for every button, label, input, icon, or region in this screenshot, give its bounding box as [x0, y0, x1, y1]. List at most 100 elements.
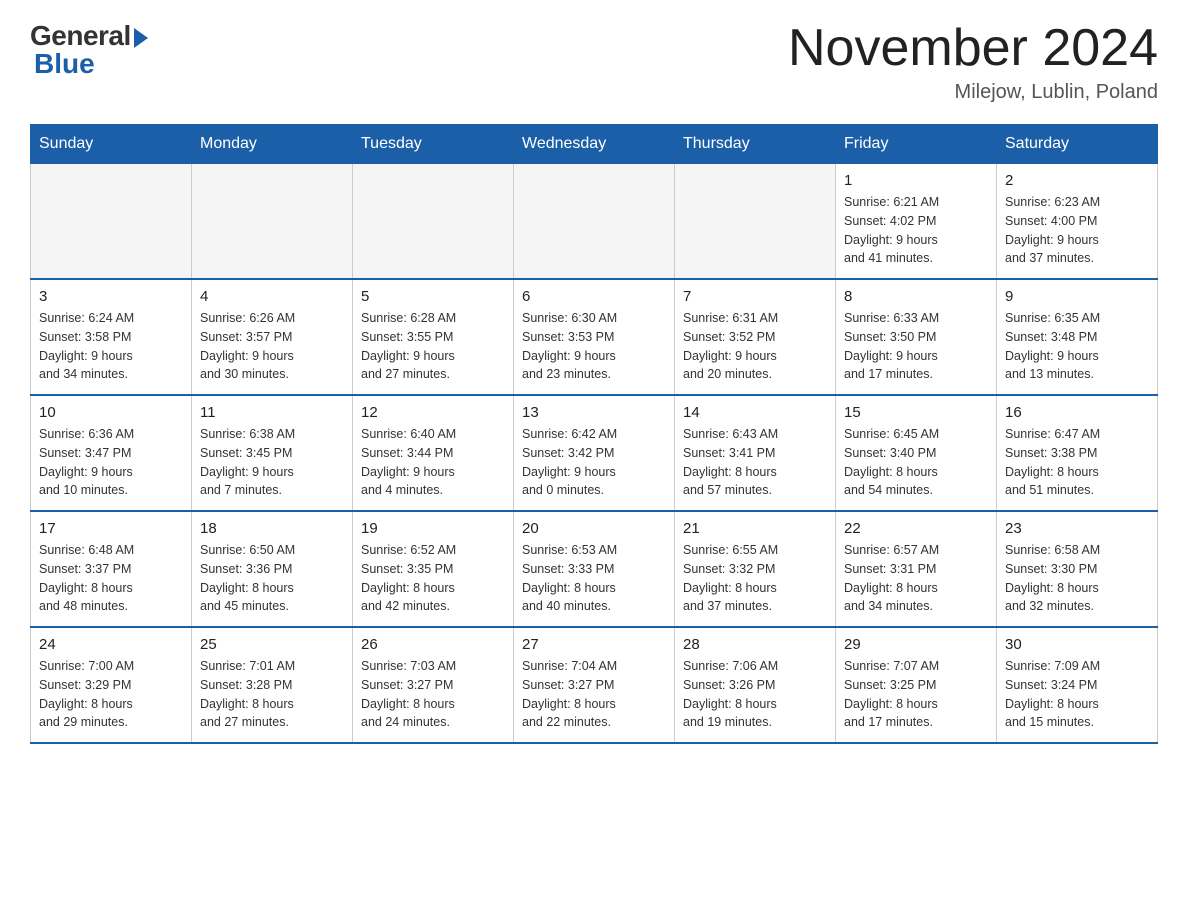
day-info: Sunrise: 6:31 AM Sunset: 3:52 PM Dayligh…	[683, 309, 827, 384]
calendar-cell: 9 Sunrise: 6:35 AM Sunset: 3:48 PM Daylig…	[997, 279, 1158, 395]
calendar-cell: 27 Sunrise: 7:04 AM Sunset: 3:27 PM Dayli…	[514, 627, 675, 743]
calendar-cell: 2 Sunrise: 6:23 AM Sunset: 4:00 PM Daylig…	[997, 164, 1158, 280]
day-number: 6	[522, 288, 666, 305]
calendar-cell: 16 Sunrise: 6:47 AM Sunset: 3:38 PM Dayli…	[997, 395, 1158, 511]
logo-blue-text: Blue	[34, 48, 95, 80]
header-wednesday: Wednesday	[514, 125, 675, 164]
day-info: Sunrise: 6:24 AM Sunset: 3:58 PM Dayligh…	[39, 309, 183, 384]
day-info: Sunrise: 6:36 AM Sunset: 3:47 PM Dayligh…	[39, 425, 183, 500]
calendar-body: 1 Sunrise: 6:21 AM Sunset: 4:02 PM Daylig…	[31, 164, 1158, 744]
calendar-cell: 4 Sunrise: 6:26 AM Sunset: 3:57 PM Daylig…	[192, 279, 353, 395]
calendar-cell: 26 Sunrise: 7:03 AM Sunset: 3:27 PM Dayli…	[353, 627, 514, 743]
calendar-cell	[31, 164, 192, 280]
calendar-header: SundayMondayTuesdayWednesdayThursdayFrid…	[31, 125, 1158, 164]
day-number: 25	[200, 636, 344, 653]
day-info: Sunrise: 7:03 AM Sunset: 3:27 PM Dayligh…	[361, 657, 505, 732]
calendar-cell: 25Sunrise: 7:01 AM Sunset: 3:28 PM Dayli…	[192, 627, 353, 743]
calendar-cell: 23 Sunrise: 6:58 AM Sunset: 3:30 PM Dayli…	[997, 511, 1158, 627]
logo: General Blue	[30, 20, 148, 80]
week-row-3: 10 Sunrise: 6:36 AM Sunset: 3:47 PM Dayli…	[31, 395, 1158, 511]
calendar-cell	[353, 164, 514, 280]
day-info: Sunrise: 6:47 AM Sunset: 3:38 PM Dayligh…	[1005, 425, 1149, 500]
day-info: Sunrise: 6:50 AM Sunset: 3:36 PM Dayligh…	[200, 541, 344, 616]
calendar-cell	[675, 164, 836, 280]
day-info: Sunrise: 6:52 AM Sunset: 3:35 PM Dayligh…	[361, 541, 505, 616]
day-info: Sunrise: 7:06 AM Sunset: 3:26 PM Dayligh…	[683, 657, 827, 732]
day-number: 28	[683, 636, 827, 653]
day-number: 8	[844, 288, 988, 305]
page-header: General Blue November 2024 Milejow, Lubl…	[30, 20, 1158, 104]
calendar-cell: 15Sunrise: 6:45 AM Sunset: 3:40 PM Dayli…	[836, 395, 997, 511]
calendar-cell: 18 Sunrise: 6:50 AM Sunset: 3:36 PM Dayli…	[192, 511, 353, 627]
header-friday: Friday	[836, 125, 997, 164]
calendar-cell	[514, 164, 675, 280]
calendar-table: SundayMondayTuesdayWednesdayThursdayFrid…	[30, 124, 1158, 744]
logo-arrow-icon	[134, 28, 148, 48]
day-info: Sunrise: 6:35 AM Sunset: 3:48 PM Dayligh…	[1005, 309, 1149, 384]
calendar-cell: 17 Sunrise: 6:48 AM Sunset: 3:37 PM Dayli…	[31, 511, 192, 627]
day-number: 17	[39, 520, 183, 537]
day-info: Sunrise: 6:23 AM Sunset: 4:00 PM Dayligh…	[1005, 193, 1149, 268]
day-info: Sunrise: 6:57 AM Sunset: 3:31 PM Dayligh…	[844, 541, 988, 616]
day-info: Sunrise: 6:58 AM Sunset: 3:30 PM Dayligh…	[1005, 541, 1149, 616]
calendar-cell: 30 Sunrise: 7:09 AM Sunset: 3:24 PM Dayli…	[997, 627, 1158, 743]
day-number: 27	[522, 636, 666, 653]
day-number: 26	[361, 636, 505, 653]
header-row: SundayMondayTuesdayWednesdayThursdayFrid…	[31, 125, 1158, 164]
day-number: 29	[844, 636, 988, 653]
day-number: 11	[200, 404, 344, 421]
day-info: Sunrise: 7:07 AM Sunset: 3:25 PM Dayligh…	[844, 657, 988, 732]
day-info: Sunrise: 7:04 AM Sunset: 3:27 PM Dayligh…	[522, 657, 666, 732]
day-number: 18	[200, 520, 344, 537]
header-thursday: Thursday	[675, 125, 836, 164]
calendar-cell: 24 Sunrise: 7:00 AM Sunset: 3:29 PM Dayli…	[31, 627, 192, 743]
day-number: 2	[1005, 172, 1149, 189]
calendar-cell: 29 Sunrise: 7:07 AM Sunset: 3:25 PM Dayli…	[836, 627, 997, 743]
calendar-cell: 22 Sunrise: 6:57 AM Sunset: 3:31 PM Dayli…	[836, 511, 997, 627]
month-title: November 2024	[788, 20, 1158, 77]
calendar-cell: 3Sunrise: 6:24 AM Sunset: 3:58 PM Daylig…	[31, 279, 192, 395]
day-info: Sunrise: 6:30 AM Sunset: 3:53 PM Dayligh…	[522, 309, 666, 384]
week-row-2: 3Sunrise: 6:24 AM Sunset: 3:58 PM Daylig…	[31, 279, 1158, 395]
week-row-1: 1 Sunrise: 6:21 AM Sunset: 4:02 PM Daylig…	[31, 164, 1158, 280]
day-info: Sunrise: 6:40 AM Sunset: 3:44 PM Dayligh…	[361, 425, 505, 500]
day-info: Sunrise: 7:09 AM Sunset: 3:24 PM Dayligh…	[1005, 657, 1149, 732]
calendar-cell: 7Sunrise: 6:31 AM Sunset: 3:52 PM Daylig…	[675, 279, 836, 395]
week-row-5: 24 Sunrise: 7:00 AM Sunset: 3:29 PM Dayli…	[31, 627, 1158, 743]
day-info: Sunrise: 6:53 AM Sunset: 3:33 PM Dayligh…	[522, 541, 666, 616]
calendar-cell: 10 Sunrise: 6:36 AM Sunset: 3:47 PM Dayli…	[31, 395, 192, 511]
day-number: 14	[683, 404, 827, 421]
calendar-cell: 20 Sunrise: 6:53 AM Sunset: 3:33 PM Dayli…	[514, 511, 675, 627]
calendar-cell: 19Sunrise: 6:52 AM Sunset: 3:35 PM Dayli…	[353, 511, 514, 627]
day-number: 23	[1005, 520, 1149, 537]
day-number: 9	[1005, 288, 1149, 305]
day-number: 13	[522, 404, 666, 421]
day-number: 1	[844, 172, 988, 189]
day-info: Sunrise: 6:55 AM Sunset: 3:32 PM Dayligh…	[683, 541, 827, 616]
day-number: 16	[1005, 404, 1149, 421]
day-info: Sunrise: 6:21 AM Sunset: 4:02 PM Dayligh…	[844, 193, 988, 268]
header-tuesday: Tuesday	[353, 125, 514, 164]
calendar-cell: 14Sunrise: 6:43 AM Sunset: 3:41 PM Dayli…	[675, 395, 836, 511]
day-info: Sunrise: 6:28 AM Sunset: 3:55 PM Dayligh…	[361, 309, 505, 384]
day-info: Sunrise: 6:42 AM Sunset: 3:42 PM Dayligh…	[522, 425, 666, 500]
day-number: 22	[844, 520, 988, 537]
day-info: Sunrise: 6:48 AM Sunset: 3:37 PM Dayligh…	[39, 541, 183, 616]
day-info: Sunrise: 6:26 AM Sunset: 3:57 PM Dayligh…	[200, 309, 344, 384]
calendar-cell: 28 Sunrise: 7:06 AM Sunset: 3:26 PM Dayli…	[675, 627, 836, 743]
day-number: 24	[39, 636, 183, 653]
day-number: 21	[683, 520, 827, 537]
header-saturday: Saturday	[997, 125, 1158, 164]
calendar-cell: 8Sunrise: 6:33 AM Sunset: 3:50 PM Daylig…	[836, 279, 997, 395]
location-subtitle: Milejow, Lublin, Poland	[788, 81, 1158, 104]
day-number: 12	[361, 404, 505, 421]
day-number: 4	[200, 288, 344, 305]
day-number: 20	[522, 520, 666, 537]
day-number: 10	[39, 404, 183, 421]
header-sunday: Sunday	[31, 125, 192, 164]
day-number: 30	[1005, 636, 1149, 653]
calendar-cell: 1 Sunrise: 6:21 AM Sunset: 4:02 PM Daylig…	[836, 164, 997, 280]
day-info: Sunrise: 7:00 AM Sunset: 3:29 PM Dayligh…	[39, 657, 183, 732]
calendar-cell: 13 Sunrise: 6:42 AM Sunset: 3:42 PM Dayli…	[514, 395, 675, 511]
calendar-cell: 12 Sunrise: 6:40 AM Sunset: 3:44 PM Dayli…	[353, 395, 514, 511]
